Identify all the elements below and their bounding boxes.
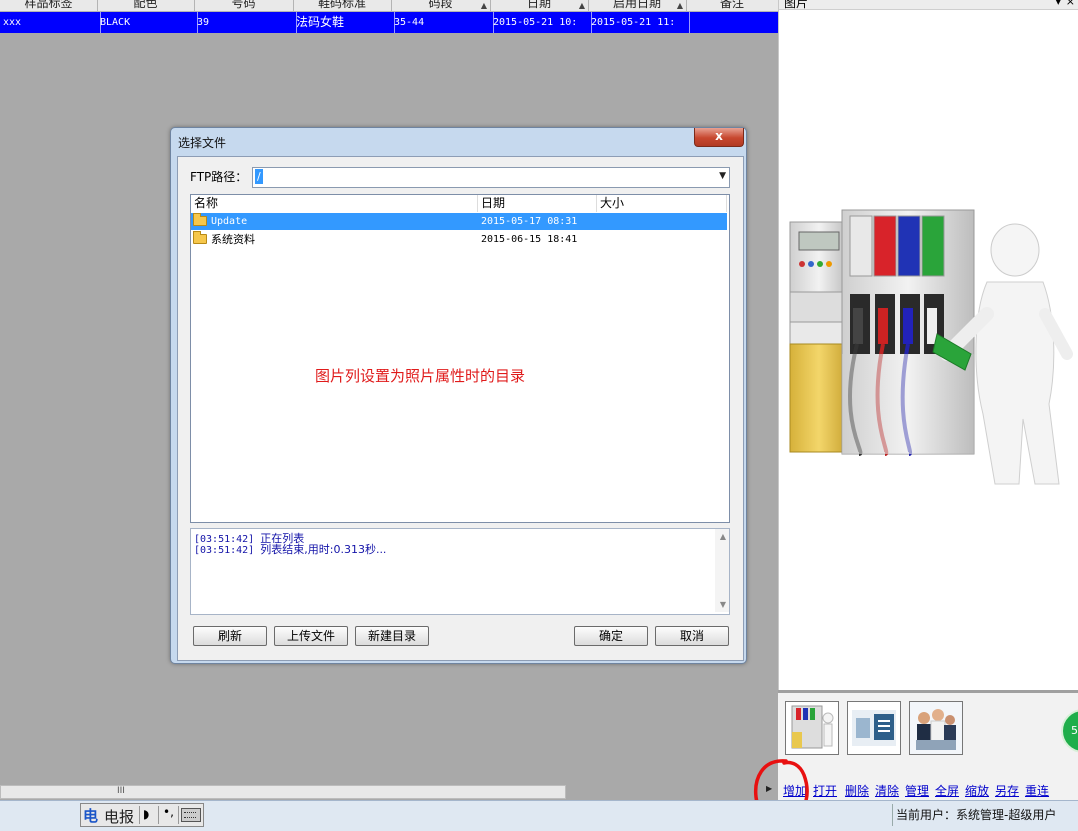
file-col-name[interactable]: 名称 [191, 195, 478, 212]
col-enable-date[interactable]: 启用日期 ▲ [588, 0, 687, 11]
scroll-up-icon[interactable]: ▲ [720, 532, 726, 541]
cell-shoe-standard[interactable]: 法码女鞋 [293, 12, 395, 33]
col-shoe-standard[interactable]: 鞋码标准 [293, 0, 392, 11]
document-icon [852, 710, 896, 746]
thumbnail-gas-pump[interactable] [785, 701, 839, 755]
new-folder-button[interactable]: 新建目录 [355, 626, 429, 646]
ime-separator [178, 806, 179, 824]
col-label: 备注 [719, 0, 744, 10]
col-note[interactable]: 备注 [686, 0, 778, 11]
table-row[interactable]: xxx BLACK 39 法码女鞋 35-44 2015-05-21 10: 2… [0, 12, 778, 33]
picture-panel-title: 图片 [784, 0, 809, 10]
file-name: 系统资料 [211, 233, 255, 246]
half-width-icon[interactable]: ◗ [143, 807, 149, 821]
log-output[interactable]: [03:51:42] 正在列表 [03:51:42] 列表结束,用时:0.313… [190, 528, 730, 615]
punctuation-icon[interactable]: •, [163, 805, 174, 819]
thumbnail-people[interactable] [909, 701, 963, 755]
link-save-as[interactable]: 另存 [995, 782, 1019, 799]
annotation-note: 图片列设置为照片属性时的目录 [315, 367, 526, 385]
cell-sample-tag[interactable]: xxx [0, 12, 101, 33]
picture-actions: ▶ 增加 打开 删除 清除 管理 全屏 缩放 另存 重连 [766, 780, 1078, 800]
col-date[interactable]: 日期 ▲ [490, 0, 589, 11]
link-clear[interactable]: 清除 [875, 782, 899, 799]
col-label: 码段 [428, 0, 453, 10]
gas-pump-illustration [789, 209, 1073, 485]
folder-icon [193, 231, 207, 244]
file-col-size[interactable]: 大小 [597, 195, 727, 212]
col-label: 配色 [133, 0, 158, 10]
grid-header: 样品标签 配色 号码 鞋码标准 码段 ▲ 日期 ▲ 启用日期 ▲ 备注 [0, 0, 778, 12]
dialog-close-button[interactable]: x [694, 128, 744, 147]
col-size-range[interactable]: 码段 ▲ [391, 0, 491, 11]
link-zoom[interactable]: 缩放 [965, 782, 989, 799]
col-label: 启用日期 [612, 0, 661, 10]
log-scrollbar[interactable]: ▲ ▼ [715, 529, 729, 612]
horizontal-scrollbar[interactable]: III [0, 785, 566, 799]
col-label: 号码 [231, 0, 256, 10]
refresh-button[interactable]: 刷新 [193, 626, 267, 646]
col-label: 鞋码标准 [317, 0, 366, 10]
file-list[interactable]: 名称 日期 大小 Update 2015-05-17 08:31 系统资料 20… [190, 194, 730, 523]
cell-size-range[interactable]: 35-44 [391, 12, 494, 33]
link-manage[interactable]: 管理 [905, 782, 929, 799]
upload-file-button[interactable]: 上传文件 [274, 626, 348, 646]
ime-name[interactable]: 电报 [104, 806, 134, 827]
ime-logo-icon: 电 [83, 807, 99, 825]
status-bar: 电 电报 ◗ •, 当前用户：系统管理-超级用户 [0, 800, 1078, 831]
cell-note[interactable] [686, 12, 778, 33]
file-date: 2015-06-15 18:41 [481, 234, 578, 245]
log-time: [03:51:42] [194, 545, 255, 556]
col-color[interactable]: 配色 [97, 0, 195, 11]
col-size[interactable]: 号码 [194, 0, 294, 11]
ime-toolbar[interactable]: 电 电报 ◗ •, [80, 803, 204, 827]
col-sample-tag[interactable]: 样品标签 [0, 0, 98, 11]
lock-icon: ▲ [578, 1, 585, 10]
lock-icon: ▲ [676, 1, 683, 10]
ftp-path-value[interactable]: / [255, 169, 263, 184]
scroll-down-icon[interactable]: ▼ [720, 600, 726, 609]
col-label: 样品标签 [24, 0, 73, 10]
ftp-path-label: FTP路径： [190, 170, 248, 184]
file-col-date[interactable]: 日期 [478, 195, 597, 212]
folder-icon [193, 213, 207, 226]
file-date: 2015-05-17 08:31 [481, 216, 578, 227]
picture-panel-titlebar: 图片 ▾ × [779, 0, 1078, 10]
current-user: 当前用户：系统管理-超级用户 [896, 808, 1057, 822]
picture-panel: 图片 ▾ × [778, 0, 1078, 690]
dialog-title: 选择文件 [178, 136, 227, 150]
link-delete[interactable]: 删除 [845, 782, 869, 799]
close-icon[interactable]: × [1066, 0, 1075, 7]
scroll-grip-icon[interactable]: III [117, 786, 125, 796]
status-divider [892, 804, 893, 826]
ime-separator [139, 806, 140, 824]
cell-enable-date[interactable]: 2015-05-21 11: [588, 12, 690, 33]
page-count-badge[interactable]: 53 [1061, 709, 1078, 753]
dropdown-arrow-icon[interactable]: ▼ [719, 171, 726, 181]
ok-button[interactable]: 确定 [574, 626, 648, 646]
cell-size[interactable]: 39 [194, 12, 297, 33]
link-fullscreen[interactable]: 全屏 [935, 782, 959, 799]
thumbnail-strip: 53 [778, 690, 1078, 780]
link-reconnect[interactable]: 重连 [1025, 782, 1049, 799]
file-row-update[interactable]: Update 2015-05-17 08:31 [191, 213, 727, 230]
soft-keyboard-icon[interactable] [181, 808, 201, 822]
pin-icon[interactable]: ▾ [1055, 0, 1061, 7]
gas-pump-icon [791, 705, 834, 749]
log-line: [03:51:42] 列表结束,用时:0.313秒... [194, 544, 386, 557]
select-file-dialog: 选择文件 x FTP路径： / ▼ 名称 日期 大小 Update 2015-0… [170, 127, 747, 664]
thumbnail-document[interactable] [847, 701, 901, 755]
lock-icon: ▲ [480, 1, 487, 10]
ftp-path-combobox[interactable]: / ▼ [252, 167, 730, 188]
cancel-button[interactable]: 取消 [655, 626, 729, 646]
dialog-body: FTP路径： / ▼ 名称 日期 大小 Update 2015-05-17 08… [177, 156, 744, 661]
cell-color[interactable]: BLACK [97, 12, 198, 33]
cell-date[interactable]: 2015-05-21 10: [490, 12, 592, 33]
col-label: 日期 [526, 0, 551, 10]
file-name: Update [211, 216, 248, 227]
file-row-system-data[interactable]: 系统资料 2015-06-15 18:41 [191, 231, 727, 248]
ime-separator [158, 806, 159, 824]
log-message: 列表结束,用时:0.313秒... [260, 543, 387, 556]
people-icon [910, 702, 962, 754]
